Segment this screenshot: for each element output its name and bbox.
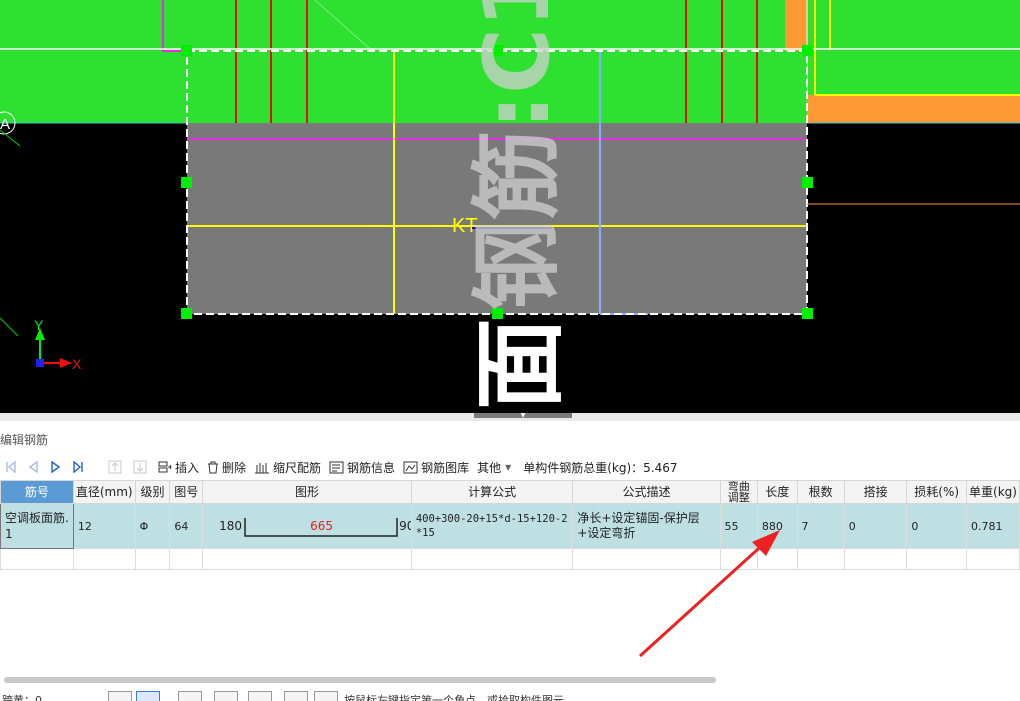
first-record-button[interactable] xyxy=(0,457,23,477)
grip-handle[interactable] xyxy=(181,45,192,56)
cell-lap[interactable]: 0 xyxy=(843,503,908,549)
shape-right-value[interactable]: 90 xyxy=(399,519,410,533)
splitter-grip[interactable]: ▼ xyxy=(474,413,572,419)
col-header[interactable]: 级别 xyxy=(134,480,171,504)
cell-bar-name[interactable]: 空调板面筋. 1 xyxy=(0,503,74,549)
cell-count[interactable]: 7 xyxy=(796,503,845,549)
cell-formula[interactable]: 400+300-20+15*d-15+120-2*15 xyxy=(410,503,574,549)
cad-drawing-canvas[interactable]: KT 钢筋:C12 面 A Y X xyxy=(0,0,1020,413)
trash-icon xyxy=(208,461,219,473)
rebar-toolbar: 插入 删除 缩尺配筋 钢筋信息 钢筋图库 其他 ▼ 单构件钢筋总重(kg)：5.… xyxy=(0,456,1020,478)
insert-button[interactable]: 插入 xyxy=(154,457,203,477)
prev-record-button[interactable] xyxy=(23,457,46,477)
cell-length[interactable]: 880 xyxy=(756,503,798,549)
grip-handle[interactable] xyxy=(181,308,192,319)
grid-axis-marker: A xyxy=(0,116,10,133)
cell-bend-adjust[interactable]: 55 xyxy=(719,503,758,549)
bar-name-line2: 1 xyxy=(5,527,13,541)
empty-row[interactable] xyxy=(0,548,1020,570)
move-down-button[interactable] xyxy=(129,457,154,477)
caret-down-icon: ▼ xyxy=(505,462,512,472)
rebar-info-icon xyxy=(329,461,344,473)
col-header[interactable]: 筋号 xyxy=(0,480,74,504)
last-record-button[interactable] xyxy=(69,457,92,477)
grip-handle[interactable] xyxy=(181,177,192,188)
delete-label: 删除 xyxy=(222,460,247,475)
bar-name-line1: 空调板面筋. xyxy=(5,511,69,525)
col-header[interactable]: 根数 xyxy=(796,480,845,504)
cell-diameter[interactable]: 12 xyxy=(72,503,136,549)
status-left-text: 跨黄：0 xyxy=(2,694,42,701)
shape-mid-value[interactable]: 665 xyxy=(310,519,333,533)
insert-label: 插入 xyxy=(175,460,200,475)
rebar-library-label: 钢筋图库 xyxy=(421,460,470,475)
first-icon xyxy=(6,461,16,473)
status-bar: 跨黄：0 按鼠标左键指定第一个角点，或拾取构件图元 xyxy=(0,690,1020,701)
ucs-axis-icon xyxy=(35,328,72,368)
scale-rebar-icon xyxy=(255,462,270,473)
arrow-down-icon xyxy=(133,460,147,474)
col-header[interactable]: 计算公式 xyxy=(410,480,574,504)
rebar-library-button[interactable]: 钢筋图库 xyxy=(399,457,473,477)
cell-unit-weight[interactable]: 0.781 xyxy=(965,503,1020,549)
horizontal-scrollbar[interactable] xyxy=(4,677,716,683)
other-menu-button[interactable]: 其他 ▼ xyxy=(473,457,515,477)
panel-title: 编辑钢筋 xyxy=(0,433,49,447)
grip-handle[interactable] xyxy=(802,308,813,319)
axis-y-label: Y xyxy=(34,317,44,333)
col-header[interactable]: 公式描述 xyxy=(572,480,721,504)
col-header[interactable]: 损耗(%) xyxy=(906,480,967,504)
last-icon xyxy=(73,461,83,473)
col-header[interactable]: 弯曲调整 xyxy=(719,480,758,504)
cell-shape[interactable]: 180 665 90 xyxy=(202,503,412,549)
rebar-info-button[interactable]: 钢筋信息 xyxy=(325,457,399,477)
delete-button[interactable]: 删除 xyxy=(203,457,250,477)
status-tool-button[interactable] xyxy=(178,691,202,701)
status-tool-button[interactable] xyxy=(214,691,238,701)
status-tool-button[interactable] xyxy=(248,691,272,701)
cell-loss[interactable]: 0 xyxy=(906,503,967,549)
rebar-label-text: 钢筋:C12 xyxy=(465,0,570,310)
table-row[interactable]: 空调板面筋. 1 12 Φ 64 180 665 90 400+300-20+1… xyxy=(0,503,1020,549)
col-header[interactable]: 单重(kg) xyxy=(965,480,1020,504)
grid-header: 筋号 直径(mm) 级别 图号 图形 计算公式 公式描述 弯曲调整 长度 根数 … xyxy=(0,480,1020,504)
insert-icon xyxy=(158,461,172,473)
status-tool-button[interactable] xyxy=(284,691,308,701)
prev-icon xyxy=(28,461,38,473)
next-icon xyxy=(51,461,61,473)
other-label: 其他 xyxy=(477,460,502,475)
status-hint-text: 按鼠标左键指定第一个角点，或拾取构件图元 xyxy=(344,694,564,701)
col-header[interactable]: 长度 xyxy=(756,480,798,504)
col-header[interactable]: 图形 xyxy=(202,480,412,504)
axis-x-label: X xyxy=(72,356,82,372)
col-header[interactable]: 直径(mm) xyxy=(72,480,136,504)
arrow-up-icon xyxy=(108,460,122,474)
rebar-grid[interactable]: 筋号 直径(mm) 级别 图号 图形 计算公式 公式描述 弯曲调整 长度 根数 … xyxy=(0,480,1020,670)
col-header[interactable]: 图号 xyxy=(169,480,204,504)
rebar-library-icon xyxy=(403,461,418,473)
status-tool-button[interactable] xyxy=(108,691,132,701)
cell-fig-no[interactable]: 64 xyxy=(169,503,204,549)
total-weight-text: 单构件钢筋总重(kg)：5.467 xyxy=(523,460,678,475)
shape-left-value[interactable]: 180 xyxy=(219,519,242,533)
col-header[interactable]: 搭接 xyxy=(843,480,908,504)
orange-beam-horizontal xyxy=(807,95,1020,123)
move-up-button[interactable] xyxy=(104,457,129,477)
scale-rebar-label: 缩尺配筋 xyxy=(273,460,322,475)
grip-handle[interactable] xyxy=(802,177,813,188)
scale-rebar-button[interactable]: 缩尺配筋 xyxy=(250,457,325,477)
cell-description[interactable]: 净长+设定锚固-保护层+设定弯折 xyxy=(572,503,721,549)
rebar-info-label: 钢筋信息 xyxy=(347,460,396,475)
grip-handle[interactable] xyxy=(802,45,813,56)
next-record-button[interactable] xyxy=(46,457,69,477)
rebar-label-text-bottom: 面 xyxy=(467,318,574,410)
status-tool-button[interactable] xyxy=(136,691,160,701)
status-tool-button[interactable] xyxy=(314,691,338,701)
cell-grade[interactable]: Φ xyxy=(134,503,171,549)
